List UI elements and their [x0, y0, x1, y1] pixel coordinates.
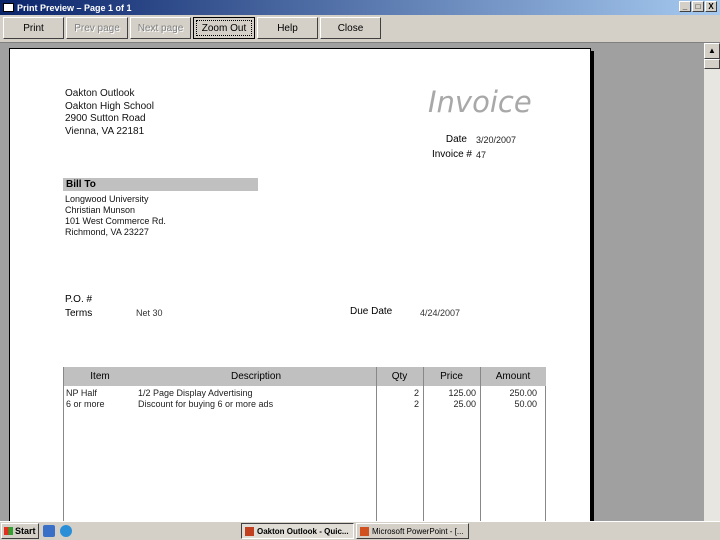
task-label: Oakton Outlook - Quic... [257, 526, 349, 536]
description-cell: Discount for buying 6 or more ads [138, 399, 274, 409]
amount-cell: 250.00 [509, 388, 537, 398]
print-preview-icon [3, 3, 14, 12]
scroll-up-arrow-icon[interactable]: ▲ [704, 43, 720, 59]
vertical-scrollbar[interactable]: ▲ [704, 43, 720, 521]
column-header-item: Item [90, 371, 110, 382]
qty-cell: 2 [413, 399, 419, 409]
show-desktop-icon[interactable] [43, 525, 55, 537]
start-label: Start [15, 526, 36, 536]
terms-label: Terms [65, 308, 93, 319]
column-header-amount: Amount [495, 371, 531, 382]
column-header-price: Price [440, 371, 463, 382]
company-line: Vienna, VA 22181 [65, 125, 145, 137]
company-line: 2900 Sutton Road [65, 113, 146, 124]
preview-toolbar: Print Prev page Next page Zoom Out Help … [0, 15, 720, 43]
po-terms-block: P.O. # Terms [65, 293, 92, 321]
qty-cell: 2 [413, 388, 419, 398]
window-titlebar[interactable]: Print Preview – Page 1 of 1 _ □ X [0, 0, 720, 15]
invoice-title: Invoice [428, 85, 532, 119]
date-label: Date [445, 134, 467, 145]
preview-area[interactable]: Oakton Outlook Oakton High School 2900 S… [0, 43, 704, 521]
bill-to-line: 101 West Commerce Rd. [65, 216, 166, 226]
bill-to-line: Longwood University [65, 194, 149, 204]
description-cell: 1/2 Page Display Advertising [138, 388, 253, 398]
column-header-qty: Qty [391, 371, 408, 382]
due-date-value: 4/24/2007 [420, 308, 461, 318]
price-cell: 25.00 [453, 399, 476, 409]
bill-to-line: Richmond, VA 23227 [65, 227, 149, 237]
next-page-button[interactable]: Next page [130, 17, 191, 39]
internet-explorer-icon[interactable] [60, 525, 72, 537]
window-controls: _ □ X [679, 1, 717, 12]
taskbar-item-oakton-outlook[interactable]: Oakton Outlook - Quic... [241, 523, 354, 539]
invoice-number-value: 47 [476, 150, 487, 160]
amount-cell: 50.00 [514, 399, 537, 409]
date-value: 3/20/2007 [476, 135, 517, 145]
company-line: Oakton High School [65, 100, 154, 112]
start-button[interactable]: Start [1, 523, 39, 539]
line-items-table: Item Description Qty Price Amount NP Hal… [63, 367, 546, 521]
due-date-label: Due Date [350, 306, 393, 317]
scroll-thumb[interactable] [704, 59, 720, 69]
task-label: Microsoft PowerPoint - [... [372, 526, 464, 536]
invoice-number-label: Invoice # [431, 149, 472, 160]
price-cell: 125.00 [448, 388, 476, 398]
close-button[interactable]: Close [320, 17, 381, 39]
close-window-button[interactable]: X [705, 1, 717, 12]
invoice-page: Oakton Outlook Oakton High School 2900 S… [9, 48, 591, 521]
po-label: P.O. # [65, 294, 93, 305]
prev-page-button[interactable]: Prev page [66, 17, 128, 39]
print-button[interactable]: Print [3, 17, 64, 39]
column-header-description: Description [230, 371, 282, 382]
bill-to-line: Christian Munson [65, 205, 136, 215]
access-app-icon [245, 526, 254, 536]
item-cell: NP Half [66, 388, 97, 398]
help-button[interactable]: Help [257, 17, 318, 39]
maximize-button[interactable]: □ [692, 1, 704, 12]
window-title: Print Preview – Page 1 of 1 [17, 2, 132, 13]
company-address: Oakton Outlook Oakton High School 2900 S… [65, 88, 154, 138]
windows-logo-icon [4, 527, 13, 535]
powerpoint-app-icon [360, 526, 369, 536]
taskbar-item-powerpoint[interactable]: Microsoft PowerPoint - [... [356, 523, 469, 539]
zoom-out-button[interactable]: Zoom Out [193, 17, 255, 39]
item-cell: 6 or more [66, 399, 105, 409]
bill-to-address: Longwood University Christian Munson 101… [65, 194, 166, 238]
bill-to-header: Bill To [63, 178, 258, 191]
minimize-button[interactable]: _ [679, 1, 691, 12]
terms-value: Net 30 [136, 308, 163, 318]
company-line: Oakton Outlook [65, 88, 135, 99]
taskbar: Start Oakton Outlook - Quic... Microsoft… [0, 521, 720, 540]
